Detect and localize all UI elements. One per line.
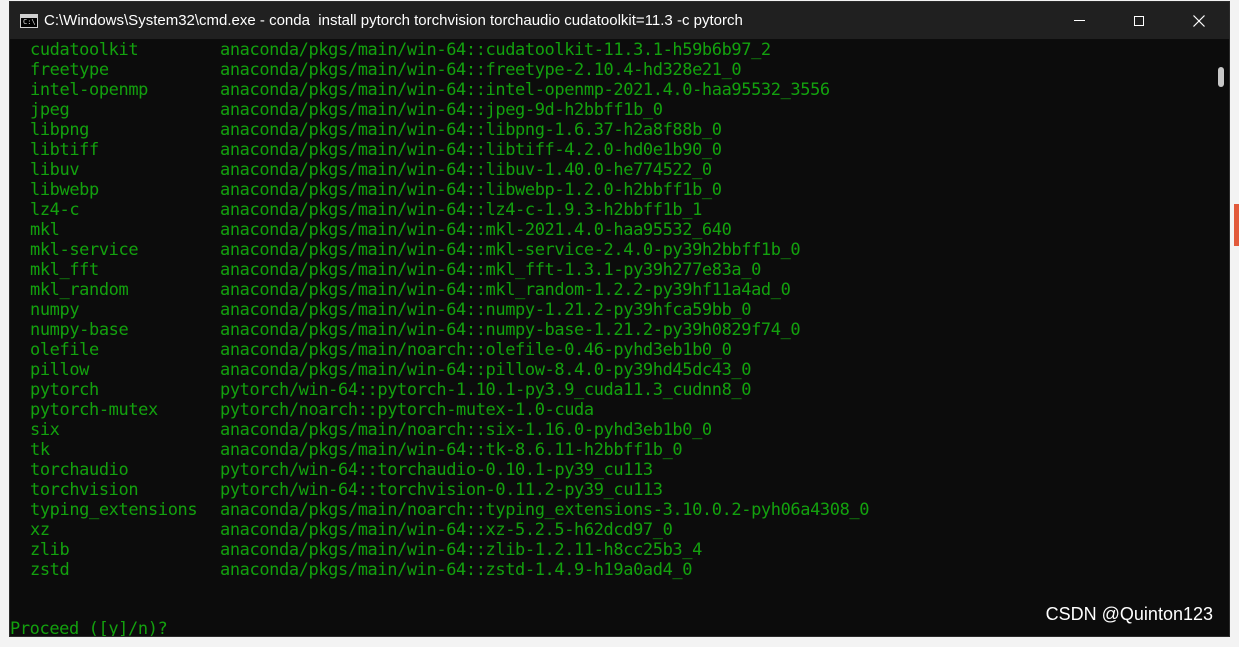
package-name: pillow [30,360,90,380]
package-source: anaconda/pkgs/main/win-64::numpy-base-1.… [220,320,801,340]
package-name: lz4-c [30,200,80,220]
package-source: anaconda/pkgs/main/win-64::mkl-service-2… [220,240,801,260]
cmd-app-icon[interactable]: C:\ [20,13,38,28]
window-title: C:\Windows\System32\cmd.exe - conda inst… [44,12,743,29]
maximize-icon [1134,15,1144,26]
maximize-button[interactable] [1109,2,1169,39]
package-source: anaconda/pkgs/main/win-64::freetype-2.10… [220,60,742,80]
package-source: anaconda/pkgs/main/win-64::jpeg-9d-h2bbf… [220,100,663,120]
package-name: libtiff [30,140,99,160]
close-icon [1193,14,1205,27]
cmd-window: C:\ C:\Windows\System32\cmd.exe - conda … [9,1,1230,637]
package-name: numpy-base [30,320,129,340]
package-source: pytorch/win-64::pytorch-1.10.1-py3.9_cud… [220,380,752,400]
package-source: anaconda/pkgs/main/win-64::mkl-2021.4.0-… [220,220,732,240]
package-name: cudatoolkit [30,40,139,60]
package-name: pytorch [30,380,99,400]
package-name: xz [30,520,50,540]
package-source: anaconda/pkgs/main/win-64::numpy-1.21.2-… [220,300,752,320]
package-source: pytorch/noarch::pytorch-mutex-1.0-cuda [220,400,594,420]
package-source: anaconda/pkgs/main/win-64::xz-5.2.5-h62d… [220,520,673,540]
package-source: anaconda/pkgs/main/win-64::libwebp-1.2.0… [220,180,722,200]
title-bar[interactable]: C:\ C:\Windows\System32\cmd.exe - conda … [10,2,1229,39]
package-name: mkl_fft [30,260,99,280]
package-source: pytorch/win-64::torchaudio-0.10.1-py39_c… [220,460,653,480]
package-source: anaconda/pkgs/main/win-64::intel-openmp-… [220,80,830,100]
csdn-watermark: CSDN @Quinton123 [1045,604,1213,624]
vertical-scrollbar[interactable] [1213,39,1229,636]
package-source: anaconda/pkgs/main/win-64::zlib-1.2.11-h… [220,540,702,560]
minimize-button[interactable] [1049,2,1109,39]
package-source: pytorch/win-64::torchvision-0.11.2-py39_… [220,480,663,500]
package-source: anaconda/pkgs/main/win-64::libuv-1.40.0-… [220,160,712,180]
package-name: libpng [30,120,90,140]
package-name: olefile [30,340,99,360]
minimize-icon [1073,20,1085,21]
package-name: zlib [30,540,70,560]
package-name: typing_extensions [30,500,198,520]
package-source: anaconda/pkgs/main/win-64::mkl_fft-1.3.1… [220,260,761,280]
package-source: anaconda/pkgs/main/win-64::libpng-1.6.37… [220,120,722,140]
package-source: anaconda/pkgs/main/win-64::zstd-1.4.9-h1… [220,560,693,580]
background-window-edge [1234,204,1239,246]
package-source: anaconda/pkgs/main/noarch::typing_extens… [220,500,870,520]
package-source: anaconda/pkgs/main/noarch::olefile-0.46-… [220,340,732,360]
package-name: libwebp [30,180,99,200]
scrollbar-thumb[interactable] [1218,67,1224,87]
package-name: intel-openmp [30,80,149,100]
package-source: anaconda/pkgs/main/win-64::pillow-8.4.0-… [220,360,752,380]
package-name: torchvision [30,480,139,500]
package-source: anaconda/pkgs/main/win-64::tk-8.6.11-h2b… [220,440,683,460]
package-name: six [30,420,60,440]
package-source: anaconda/pkgs/main/win-64::cudatoolkit-1… [220,40,771,60]
package-name: tk [30,440,50,460]
package-name: mkl [30,220,60,240]
package-name: mkl-service [30,240,139,260]
package-source: anaconda/pkgs/main/noarch::six-1.16.0-py… [220,420,712,440]
package-name: libuv [30,160,80,180]
cmd-app-icon-label: C:\ [23,17,36,26]
terminal-output[interactable]: cudatoolkit anaconda/pkgs/main/win-64::cu… [10,39,1215,636]
proceed-prompt: Proceed ([y]/n)? [10,619,168,637]
package-name: zstd [30,560,70,580]
package-source: anaconda/pkgs/main/win-64::mkl_random-1.… [220,280,791,300]
package-name: numpy [30,300,80,320]
package-name: torchaudio [30,460,129,480]
package-source: anaconda/pkgs/main/win-64::lz4-c-1.9.3-h… [220,200,702,220]
package-name: jpeg [30,100,70,120]
package-name: pytorch-mutex [30,400,158,420]
package-name: freetype [30,60,109,80]
package-name: mkl_random [30,280,129,300]
close-button[interactable] [1169,2,1229,39]
package-source: anaconda/pkgs/main/win-64::libtiff-4.2.0… [220,140,722,160]
